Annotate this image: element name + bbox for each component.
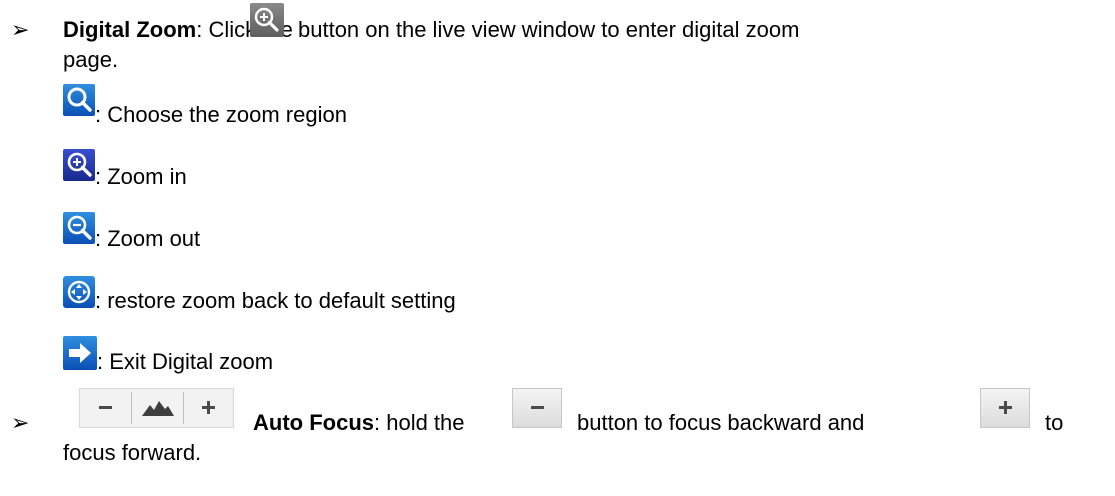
bullet-arrow: ➢ [11,410,30,435]
zoom-item-text: : restore zoom back to default setting [95,288,456,313]
focus-control-strip [79,388,234,428]
restore-icon [63,276,95,308]
zoom-item-text: : Exit Digital zoom [97,349,274,374]
zoom-item-text: : Choose the zoom region [95,102,347,127]
digital-zoom-intro-post: button on the live view window to enter … [298,17,800,42]
plus-icon [980,388,1030,428]
digital-zoom-intro-wrap: page. [63,47,119,72]
auto-focus-wrap: focus forward. [63,440,202,465]
zoom-item-text: : Zoom in [95,164,187,189]
zoom-item-text: : Zoom out [95,226,201,251]
exit-arrow-icon [63,336,97,370]
auto-focus-pre: : hold the [374,410,465,435]
focus-mountain-icon[interactable] [132,389,183,427]
zoom-in-icon [250,3,284,37]
minus-icon[interactable] [80,389,131,427]
auto-focus-line: Auto Focus: hold the [253,408,465,438]
auto-focus-title: Auto Focus [253,410,374,435]
auto-focus-mid: button to focus backward and [577,410,865,435]
bullet-arrow: ➢ [11,17,30,42]
zoom-region-icon [63,84,95,116]
zoom-out-icon [63,212,95,244]
auto-focus-post: to [1045,410,1064,435]
digital-zoom-title: Digital Zoom [63,17,197,42]
zoom-in-icon [63,149,95,181]
minus-icon [512,388,562,428]
plus-icon[interactable] [184,389,233,427]
